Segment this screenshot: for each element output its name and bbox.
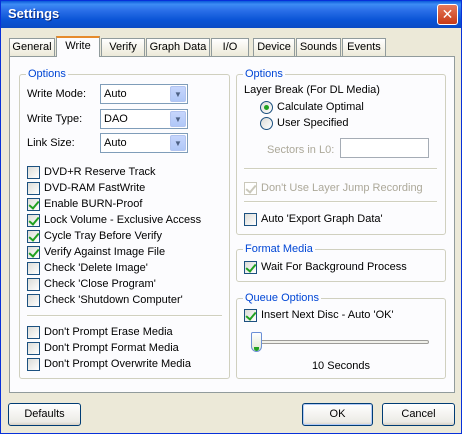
checkbox[interactable]	[27, 294, 40, 307]
checkbox[interactable]	[27, 262, 40, 275]
checkbox[interactable]	[27, 182, 40, 195]
radio-button[interactable]	[260, 101, 273, 114]
calculate-optimal-label: Calculate Optimal	[277, 101, 364, 113]
layer-break-label: Layer Break (For DL Media)	[244, 84, 380, 96]
defaults-button[interactable]: Defaults	[8, 403, 81, 426]
option-label: Check 'Delete Image'	[44, 262, 148, 274]
checkbox[interactable]	[27, 342, 40, 355]
option-label: Check 'Close Program'	[44, 278, 156, 290]
divider	[244, 168, 437, 170]
wait-background-label: Wait For Background Process	[261, 261, 407, 273]
checkbox[interactable]	[27, 214, 40, 227]
write-tab-panel: Options Write Mode: Auto ▼ Write Type: D…	[9, 56, 455, 393]
left-options-legend: Options	[26, 68, 68, 80]
checkbox[interactable]	[27, 166, 40, 179]
chevron-down-icon[interactable]: ▼	[170, 86, 186, 102]
auto-export-label: Auto 'Export Graph Data'	[261, 213, 383, 225]
tab-sounds[interactable]: Sounds	[296, 38, 341, 56]
option-label: Lock Volume - Exclusive Access	[44, 214, 202, 226]
slider-value: 10 Seconds	[311, 360, 371, 372]
divider	[244, 201, 437, 203]
slider-track[interactable]	[251, 340, 429, 344]
tab-write[interactable]: Write	[56, 36, 100, 57]
write-mode-label: Write Mode:	[27, 88, 87, 100]
checkbox[interactable]	[244, 182, 257, 195]
checkbox[interactable]	[244, 213, 257, 226]
tab-events[interactable]: Events	[342, 38, 386, 56]
option-label: DVD+R Reserve Track	[44, 166, 156, 178]
format-media-legend: Format Media	[243, 243, 315, 255]
right-options-legend: Options	[243, 68, 285, 80]
tab-graph-data[interactable]: Graph Data	[146, 38, 210, 56]
option-label: Enable BURN-Proof	[44, 198, 143, 210]
queue-options-group: Queue Options Insert Next Disc - Auto 'O…	[236, 292, 446, 379]
user-specified-label: User Specified	[277, 117, 349, 129]
write-mode-value: Auto	[104, 88, 127, 100]
checkbox[interactable]	[244, 309, 257, 322]
window-title: Settings	[8, 6, 60, 21]
checkbox[interactable]	[27, 198, 40, 211]
left-options-group: Options Write Mode: Auto ▼ Write Type: D…	[19, 68, 230, 379]
tab-io[interactable]: I/O	[211, 38, 249, 56]
chevron-down-icon[interactable]: ▼	[170, 111, 186, 127]
write-type-label: Write Type:	[27, 113, 83, 125]
link-size-select[interactable]: Auto ▼	[100, 133, 188, 153]
option-label: Don't Prompt Format Media	[44, 342, 179, 354]
right-options-group: Options Layer Break (For DL Media) Calcu…	[236, 68, 446, 235]
write-mode-select[interactable]: Auto ▼	[100, 84, 188, 104]
settings-window: Settings ✕ General Write Verify Graph Da…	[0, 0, 462, 434]
option-label: Don't Prompt Overwrite Media	[44, 358, 191, 370]
layer-jump-label: Don't Use Layer Jump Recording	[261, 182, 423, 194]
ok-button[interactable]: OK	[302, 403, 373, 426]
close-icon[interactable]: ✕	[437, 4, 458, 25]
write-type-value: DAO	[104, 113, 128, 125]
tab-device[interactable]: Device	[253, 38, 295, 56]
checkbox[interactable]	[244, 261, 257, 274]
write-type-select[interactable]: DAO ▼	[100, 109, 188, 129]
option-label: Verify Against Image File	[44, 246, 166, 258]
option-label: Check 'Shutdown Computer'	[44, 294, 183, 306]
format-media-group: Format Media Wait For Background Process	[236, 243, 446, 282]
chevron-down-icon[interactable]: ▼	[170, 135, 186, 151]
queue-options-legend: Queue Options	[243, 292, 321, 304]
checkbox[interactable]	[27, 358, 40, 371]
divider	[27, 315, 222, 317]
checkbox[interactable]	[27, 278, 40, 291]
delay-slider-thumb[interactable]	[251, 332, 262, 352]
tab-verify[interactable]: Verify	[101, 38, 145, 56]
link-size-value: Auto	[104, 137, 127, 149]
sectors-label: Sectors in L0:	[267, 144, 335, 156]
radio-button[interactable]	[260, 117, 273, 130]
checkbox[interactable]	[27, 230, 40, 243]
option-label: Don't Prompt Erase Media	[44, 326, 173, 338]
checkbox[interactable]	[27, 246, 40, 259]
option-label: DVD-RAM FastWrite	[44, 182, 146, 194]
option-label: Cycle Tray Before Verify	[44, 230, 162, 242]
title-bar[interactable]: Settings ✕	[1, 1, 461, 28]
sectors-input[interactable]	[340, 138, 429, 158]
insert-next-label: Insert Next Disc - Auto 'OK'	[261, 309, 394, 321]
checkbox[interactable]	[27, 326, 40, 339]
tab-general[interactable]: General	[9, 38, 55, 56]
link-size-label: Link Size:	[27, 137, 75, 149]
cancel-button[interactable]: Cancel	[382, 403, 455, 426]
